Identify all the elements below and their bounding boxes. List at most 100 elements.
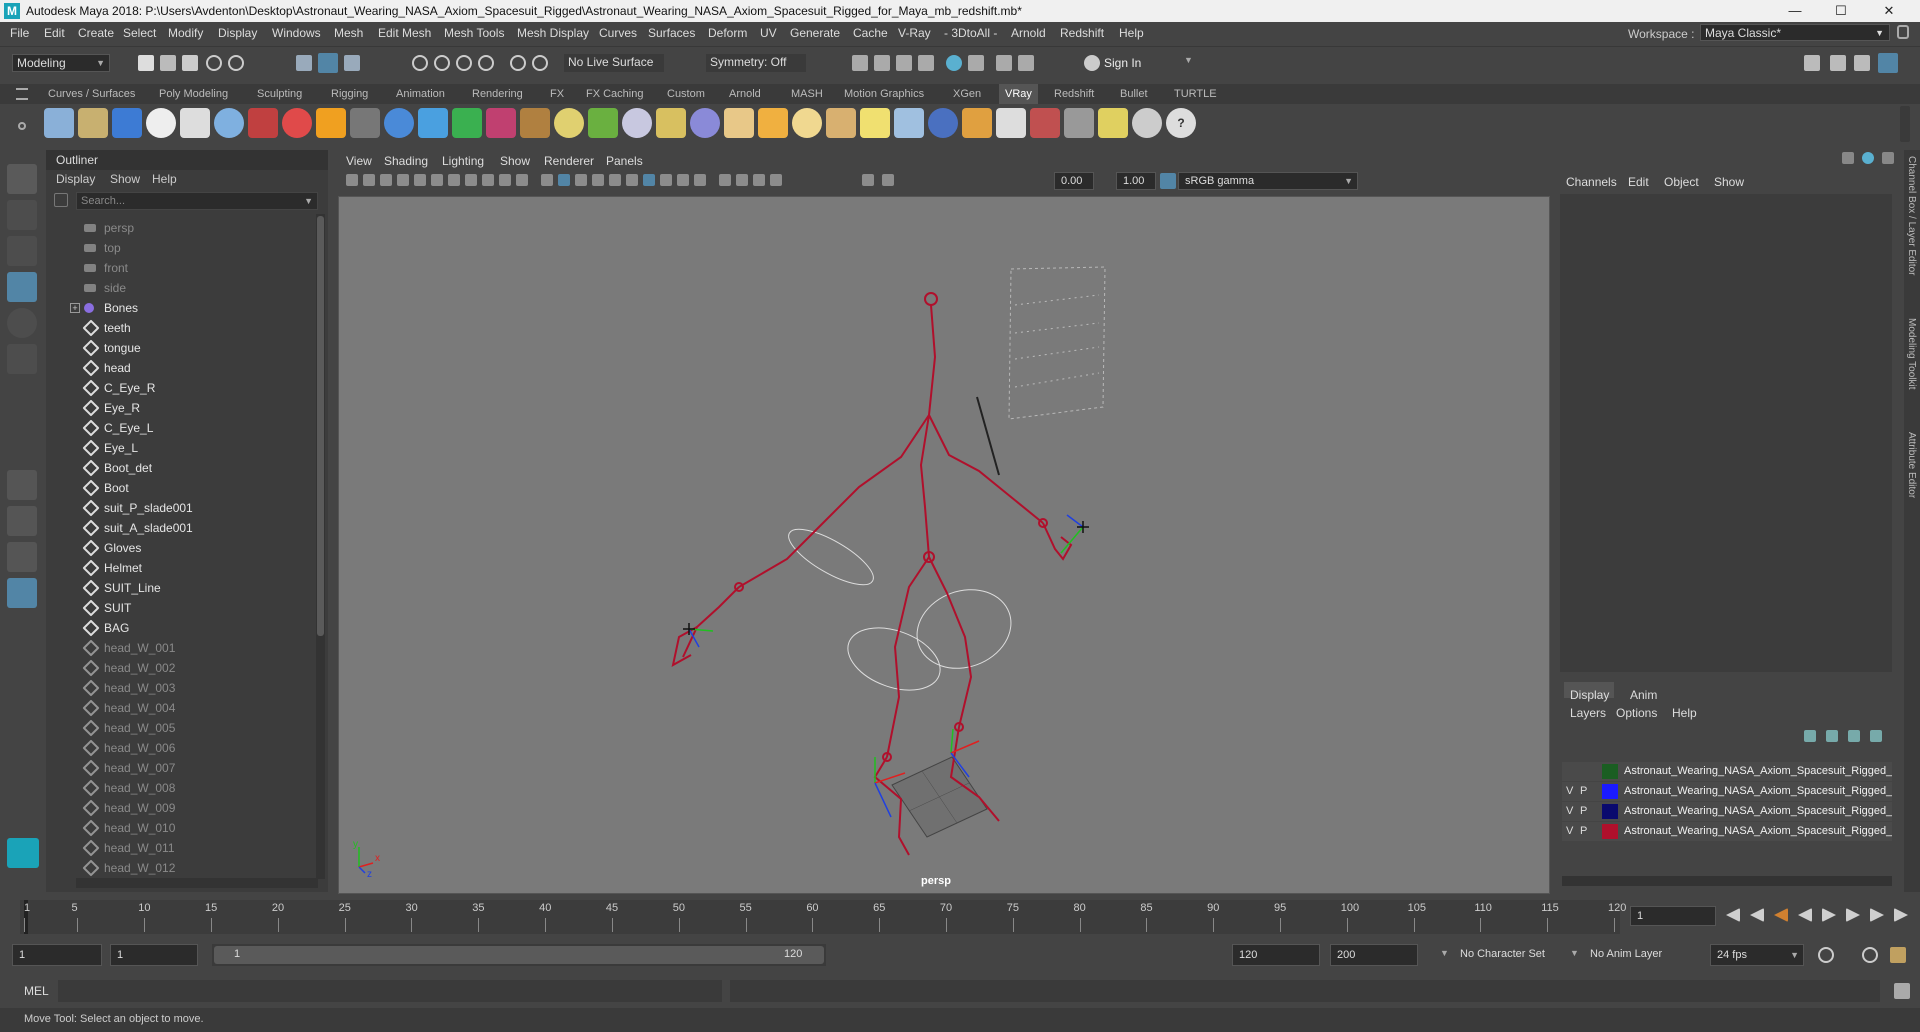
range-slider-handle[interactable]: 1 120 <box>214 946 824 964</box>
gate-mask-icon[interactable] <box>465 174 477 186</box>
shelf-tab-rigging[interactable]: Rigging <box>325 84 374 104</box>
viewport-menu-show[interactable]: Show <box>500 154 530 168</box>
pause-icon[interactable] <box>1018 55 1034 71</box>
scene-canvas[interactable]: x y z <box>339 197 1549 893</box>
ssao-icon[interactable] <box>643 174 655 186</box>
neck-bone[interactable] <box>928 304 937 416</box>
modeling-toolkit-icon[interactable] <box>1804 55 1820 71</box>
outliner-item[interactable]: SUIT_Line <box>46 578 316 598</box>
four-view-layout-icon[interactable] <box>7 506 37 536</box>
shelf-tab-arnold[interactable]: Arnold <box>723 84 767 104</box>
outliner-item[interactable]: C_Eye_R <box>46 378 316 398</box>
shelf-tab-motion-graphics[interactable]: Motion Graphics <box>838 84 930 104</box>
sign-in-button[interactable]: Sign In <box>1104 56 1141 70</box>
channels-menu-edit[interactable]: Edit <box>1628 175 1649 189</box>
grid-icon[interactable] <box>414 174 426 186</box>
spine-bones[interactable] <box>919 414 930 558</box>
layer-tab-anim[interactable]: Anim <box>1630 688 1657 702</box>
menu-uv[interactable]: UV <box>760 26 777 40</box>
menu-modify[interactable]: Modify <box>168 26 203 40</box>
vray-ipr-icon[interactable] <box>996 55 1012 71</box>
menu-3dtoall[interactable]: - 3DtoAll - <box>944 26 997 40</box>
outliner-layout-icon[interactable] <box>7 578 37 608</box>
vray-gear-icon[interactable] <box>622 108 652 138</box>
anim-layer-dropdown[interactable]: No Anim Layer <box>1590 948 1662 960</box>
wrist-control-left[interactable] <box>781 519 880 595</box>
vray-mesh-light-icon[interactable] <box>928 108 958 138</box>
view-transform-dropdown[interactable]: sRGB gamma ▼ <box>1178 172 1358 190</box>
lock-icon[interactable] <box>1897 25 1909 39</box>
vray-checker-icon[interactable] <box>996 108 1026 138</box>
left-leg-bones[interactable] <box>886 556 930 758</box>
undo-icon[interactable] <box>206 55 222 71</box>
outliner-item[interactable]: head_W_001 <box>46 638 316 658</box>
redo-icon[interactable] <box>228 55 244 71</box>
symmetry-dropdown[interactable]: Symmetry: Off <box>706 54 806 72</box>
scale-tool-icon[interactable] <box>7 344 37 374</box>
outliner-item[interactable]: persp <box>46 218 316 238</box>
attribute-editor-icon[interactable] <box>1830 55 1846 71</box>
outliner-item[interactable]: + Bones <box>46 298 316 318</box>
outliner-item[interactable]: head_W_004 <box>46 698 316 718</box>
default-material-icon[interactable] <box>575 174 587 186</box>
vray-sunlight-icon[interactable] <box>860 108 890 138</box>
viewport-menu-lighting[interactable]: Lighting <box>442 154 484 168</box>
outliner-item[interactable]: top <box>46 238 316 258</box>
ik-handle-right[interactable] <box>1060 514 1089 554</box>
menu-mesh[interactable]: Mesh <box>334 26 363 40</box>
exposure-icon[interactable] <box>862 174 874 186</box>
outliner-menu-display[interactable]: Display <box>56 172 95 186</box>
current-frame-field[interactable]: 1 <box>1630 906 1716 926</box>
render-frame-icon[interactable] <box>874 55 890 71</box>
shelf-tab-vray[interactable]: VRay <box>999 84 1038 104</box>
play-forwards-icon[interactable] <box>1822 908 1836 922</box>
vray-render-icon[interactable] <box>968 55 984 71</box>
menu-edit-mesh[interactable]: Edit Mesh <box>378 26 431 40</box>
rotate-tool-icon[interactable] <box>7 308 37 338</box>
outliner-item[interactable]: Boot_det <box>46 458 316 478</box>
motion-blur-icon[interactable] <box>660 174 672 186</box>
outliner-item[interactable]: tongue <box>46 338 316 358</box>
viewport-menu-panels[interactable]: Panels <box>606 154 643 168</box>
layer-hscrollbar[interactable] <box>1562 876 1892 886</box>
side-tab-channel-box[interactable]: Channel Box / Layer Editor <box>1906 156 1917 276</box>
menu-mesh-display[interactable]: Mesh Display <box>517 26 589 40</box>
viewport-menu-renderer[interactable]: Renderer <box>544 154 594 168</box>
fps-dropdown[interactable]: 24 fps ▼ <box>1710 944 1804 966</box>
step-forward-frame-icon[interactable] <box>1846 908 1860 922</box>
layer-visibility-toggle[interactable]: V <box>1566 805 1573 817</box>
menu-mesh-tools[interactable]: Mesh Tools <box>444 26 504 40</box>
snap-grid-icon[interactable] <box>412 55 428 71</box>
menu-create[interactable]: Create <box>78 26 114 40</box>
outliner-scroll-thumb[interactable] <box>317 216 324 636</box>
persp-outliner-layout-icon[interactable] <box>7 542 37 572</box>
outliner-item[interactable]: side <box>46 278 316 298</box>
shelf-tab-animation[interactable]: Animation <box>390 84 451 104</box>
display-layer-row[interactable]: V P Astronaut_Wearing_NASA_Axiom_Spacesuit… <box>1562 782 1892 801</box>
menu-curves[interactable]: Curves <box>599 26 637 40</box>
vray-sphere-light-icon[interactable] <box>690 108 720 138</box>
outliner-item[interactable]: head_W_002 <box>46 658 316 678</box>
xray-components-icon[interactable] <box>770 174 782 186</box>
safe-title-icon[interactable] <box>516 174 528 186</box>
field-chart-icon[interactable] <box>482 174 494 186</box>
make-live-icon[interactable] <box>532 55 548 71</box>
vray-logo-icon[interactable] <box>146 108 176 138</box>
shelf-tab-fx[interactable]: FX <box>544 84 570 104</box>
outliner-item[interactable]: head_W_009 <box>46 798 316 818</box>
outliner-item[interactable]: head_W_008 <box>46 778 316 798</box>
outliner-item[interactable]: Boot <box>46 478 316 498</box>
vray-help-icon[interactable]: ? <box>1166 108 1196 138</box>
vray-spot-light-icon[interactable] <box>758 108 788 138</box>
outliner-menu-help[interactable]: Help <box>152 172 177 186</box>
vray-texture-icon[interactable] <box>520 108 550 138</box>
shelf-tab-bullet[interactable]: Bullet <box>1114 84 1154 104</box>
render-settings-icon[interactable] <box>918 55 934 71</box>
display-layer-row[interactable]: Astronaut_Wearing_NASA_Axiom_Spacesuit_R… <box>1562 762 1892 781</box>
minimize-button[interactable]: — <box>1772 0 1818 22</box>
hip-control-right[interactable] <box>906 577 1022 681</box>
outliner-item[interactable]: SUIT <box>46 598 316 618</box>
snap-view-icon[interactable] <box>478 55 494 71</box>
layer-menu-help[interactable]: Help <box>1672 706 1697 720</box>
shelf-tab-mash[interactable]: MASH <box>785 84 829 104</box>
